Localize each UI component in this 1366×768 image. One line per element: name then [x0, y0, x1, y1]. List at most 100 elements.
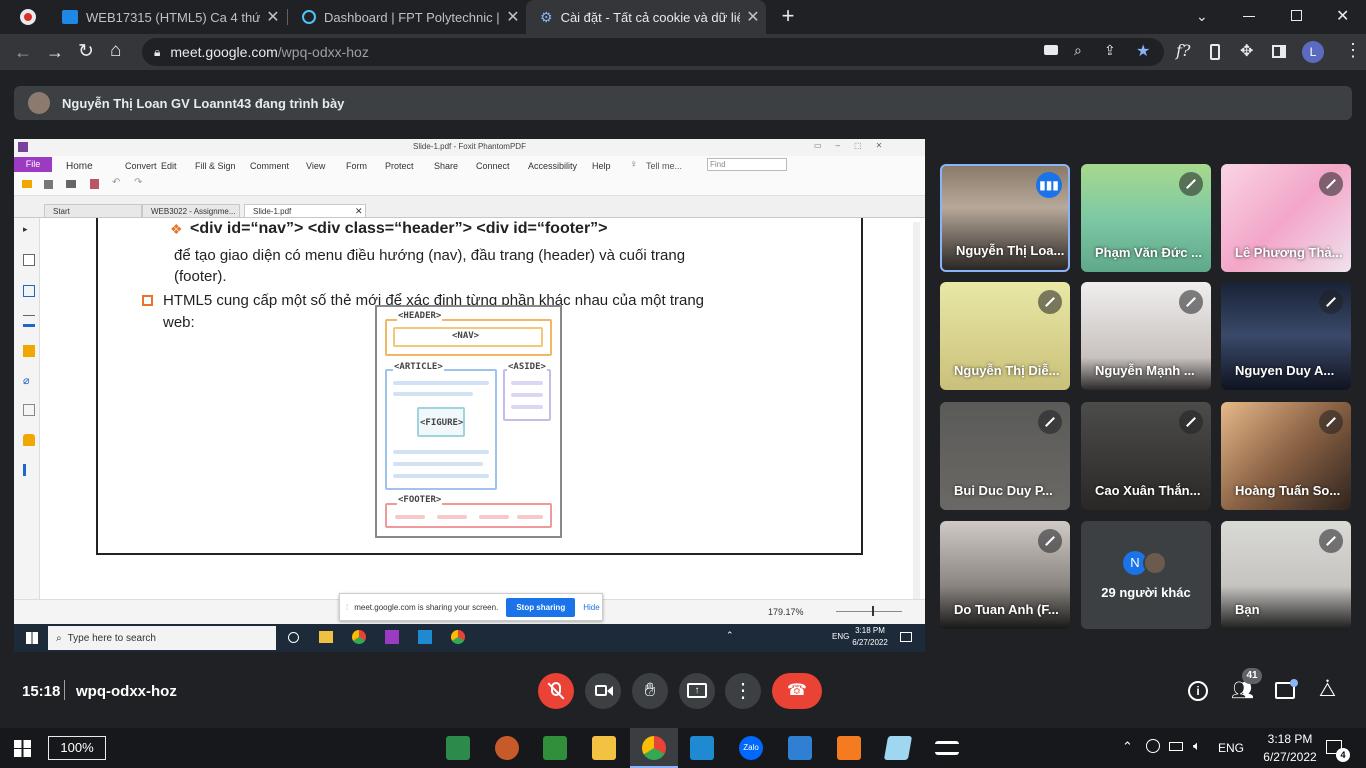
side-panel-icon[interactable]	[1272, 45, 1286, 58]
doc-tab-assignment[interactable]: WEB3022 - Assignme...	[142, 204, 240, 217]
chrome-icon[interactable]	[451, 630, 465, 644]
attachment-icon[interactable]: ⌀	[23, 374, 35, 387]
share-icon[interactable]: ⇪	[1104, 42, 1116, 59]
close-window-button[interactable]: ✕	[1336, 6, 1349, 26]
camera-icon[interactable]	[1044, 45, 1058, 55]
extension-icon[interactable]	[1210, 44, 1220, 60]
avatar[interactable]: L	[1302, 41, 1324, 63]
participant-tile[interactable]: Bui Duc Duy P...	[940, 402, 1070, 510]
menu-file[interactable]: File	[14, 157, 52, 172]
snapshot-icon[interactable]	[90, 179, 99, 189]
foxit-icon[interactable]	[385, 630, 399, 644]
drag-handle-icon[interactable]: ⁞	[346, 603, 348, 612]
mixer-icon[interactable]	[935, 741, 959, 755]
vertical-scrollbar[interactable]	[913, 222, 920, 599]
cortana-icon[interactable]	[288, 632, 299, 643]
menu-convert[interactable]: Convert	[125, 161, 157, 171]
formula-extension-icon[interactable]: f?	[1176, 41, 1191, 60]
close-tab-icon[interactable]: ✕	[740, 7, 766, 27]
participant-tile[interactable]: Cao Xuân Thắn...	[1081, 402, 1211, 510]
back-icon[interactable]: ←	[14, 42, 32, 63]
close-tab-icon[interactable]: ✕	[260, 7, 286, 27]
menu-edit[interactable]: Edit	[161, 161, 177, 171]
chrome-icon[interactable]	[642, 736, 666, 760]
menu-share[interactable]: Share	[434, 161, 458, 171]
participant-tile[interactable]: Nguyễn Thị Diễ...	[940, 282, 1070, 390]
more-options-button[interactable]: ⋮	[725, 673, 761, 709]
reload-icon[interactable]: ↻	[78, 40, 94, 63]
bookmark-icon[interactable]	[23, 285, 35, 297]
participant-tile[interactable]: Nguyen Duy A...	[1221, 282, 1351, 390]
microphone-toggle-button[interactable]	[538, 673, 574, 709]
zoom-slider[interactable]	[836, 611, 902, 612]
vscode-icon[interactable]	[418, 630, 432, 644]
close-icon[interactable]: ✕	[355, 205, 363, 218]
photos-icon[interactable]	[788, 736, 812, 760]
home-icon[interactable]: ⌂	[110, 40, 121, 62]
zoom-value[interactable]: 179.17%	[768, 607, 804, 617]
participant-tile[interactable]: Phạm Văn Đức ...	[1081, 164, 1211, 272]
window-controls[interactable]: ▭‒⬚✕	[814, 141, 896, 150]
windows-start-icon[interactable]	[26, 632, 38, 644]
volume-icon[interactable]: 🔈︎	[1193, 738, 1201, 754]
menu-accessibility[interactable]: Accessibility	[528, 161, 577, 171]
tab-classroom[interactable]: WEB17315 (HTML5) Ca 4 thứ 2 ✕	[48, 0, 286, 34]
tray-chevron-icon[interactable]: ⌃	[726, 630, 734, 641]
menu-dots-icon[interactable]: ⋮	[1344, 40, 1362, 61]
notepad-icon[interactable]	[883, 736, 913, 760]
save-icon[interactable]	[44, 180, 53, 189]
camera-toggle-button[interactable]	[585, 673, 621, 709]
vscode-icon[interactable]	[690, 736, 714, 760]
stop-sharing-button[interactable]: Stop sharing	[506, 597, 576, 617]
menu-home[interactable]: Home	[66, 161, 93, 172]
restore-button[interactable]	[1291, 10, 1302, 21]
self-tile[interactable]: Bạn	[1221, 521, 1351, 629]
participant-tile[interactable]: Lê Phương Thả...	[1221, 164, 1351, 272]
tab-search-icon[interactable]: ⌄	[1196, 8, 1208, 25]
new-tab-button[interactable]: +	[776, 5, 800, 29]
doc-tab-start[interactable]: Start	[44, 204, 142, 217]
lock-icon[interactable]	[23, 434, 35, 446]
participant-tile[interactable]: Nguyễn Mạnh ...	[1081, 282, 1211, 390]
hide-button[interactable]: Hide	[583, 603, 599, 612]
menu-connect[interactable]: Connect	[476, 161, 510, 171]
close-tab-icon[interactable]: ✕	[500, 7, 526, 27]
zoom-slider-thumb[interactable]	[872, 606, 874, 616]
windows-start-icon[interactable]	[14, 740, 31, 757]
zoom-level-indicator[interactable]: 100%	[48, 736, 106, 760]
doc-tab-slide[interactable]: Slide-1.pdf ✕	[244, 204, 366, 217]
record-icon[interactable]	[20, 9, 36, 25]
zoom-icon[interactable]: ⌕	[1074, 42, 1082, 59]
shared-screen[interactable]: Slide-1.pdf - Foxit PhantomPDF ▭‒⬚✕ File…	[14, 139, 925, 652]
menu-fill-sign[interactable]: Fill & Sign	[195, 161, 236, 171]
forward-icon[interactable]: →	[46, 42, 64, 63]
signature-icon[interactable]	[23, 404, 35, 416]
sheet-icon[interactable]	[543, 736, 567, 760]
more-participants-tile[interactable]: N 29 người khác	[1081, 521, 1211, 629]
zalo-icon[interactable]: Zalo	[739, 736, 763, 760]
activities-icon[interactable]: ⧊	[1319, 680, 1336, 702]
redo-icon[interactable]: ↷	[134, 177, 142, 188]
leave-call-button[interactable]: ☎︎	[772, 673, 822, 709]
present-screen-button[interactable]: ↑	[679, 673, 715, 709]
menu-form[interactable]: Form	[346, 161, 367, 171]
document-view[interactable]: ❖ <div id=“nav”> <div class=“header”> <d…	[40, 218, 920, 599]
raise-hand-button[interactable]: ✋︎	[632, 673, 668, 709]
file-explorer-icon[interactable]	[592, 736, 616, 760]
menu-comment[interactable]: Comment	[250, 161, 289, 171]
undo-icon[interactable]: ↶	[112, 177, 120, 188]
globe-icon[interactable]	[1146, 739, 1160, 753]
explorer-icon[interactable]	[319, 631, 333, 643]
tab-dashboard[interactable]: Dashboard | FPT Polytechnic | Co ✕	[288, 0, 526, 34]
pages-icon[interactable]	[23, 254, 35, 266]
participant-tile[interactable]: ▮▮▮ Nguyễn Thị Loa...	[940, 164, 1070, 272]
participant-tile[interactable]: Do Tuan Anh (F...	[940, 521, 1070, 629]
menu-view[interactable]: View	[306, 161, 325, 171]
battery-icon[interactable]	[1169, 742, 1183, 751]
bookmark-star-icon[interactable]: ★	[1136, 41, 1150, 61]
remote-search-input[interactable]: ⌕ Type here to search	[48, 626, 276, 650]
participant-tile[interactable]: Hoàng Tuấn So...	[1221, 402, 1351, 510]
puzzle-icon[interactable]: ✥	[1240, 41, 1253, 61]
comments-icon[interactable]	[23, 345, 35, 357]
find-input[interactable]: Find	[707, 158, 787, 171]
